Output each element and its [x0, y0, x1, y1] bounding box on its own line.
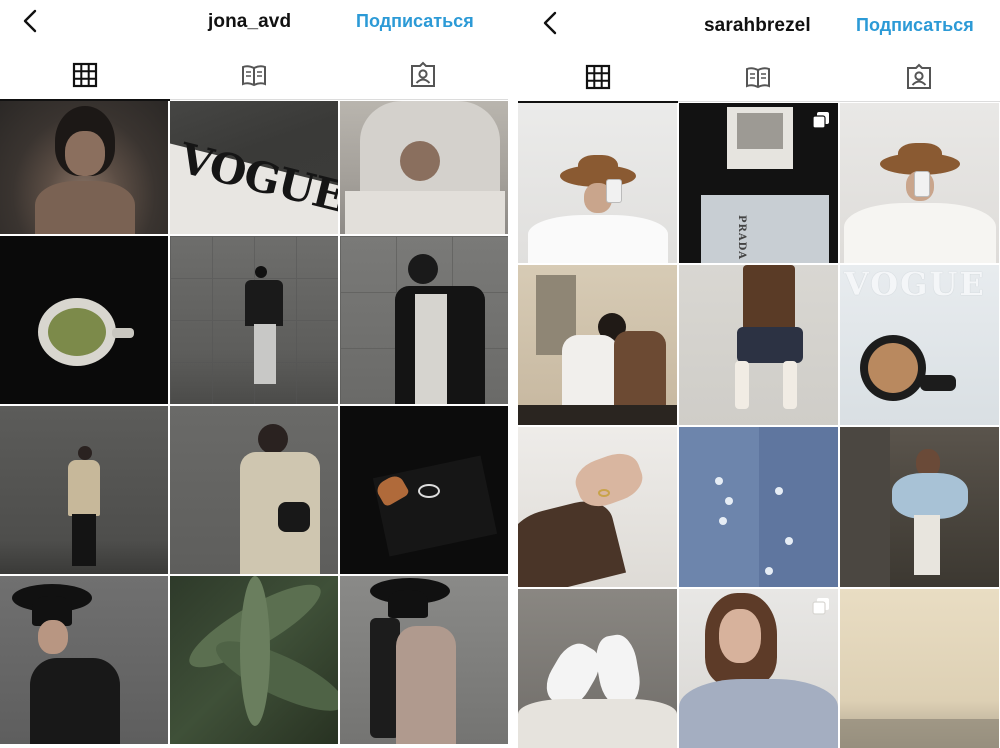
photo-post[interactable] [0, 406, 168, 574]
profile-tabs [0, 50, 508, 101]
photo-post[interactable]: PRADA [679, 103, 838, 263]
photo-post[interactable] [340, 406, 508, 574]
photo-post[interactable] [170, 576, 338, 744]
photo-post[interactable] [518, 589, 677, 748]
photo-post[interactable] [170, 236, 338, 404]
profile-header: jona_avd Подписаться [0, 0, 508, 46]
photo-post[interactable]: VOGUE [170, 101, 338, 234]
photo-post[interactable] [840, 427, 999, 587]
photo-post[interactable] [679, 589, 838, 748]
photo-grid: PRADA VOGUE [518, 103, 1000, 748]
photo-post[interactable] [840, 103, 999, 263]
photo-post[interactable] [679, 265, 838, 425]
photo-post[interactable] [340, 576, 508, 744]
photo-post[interactable]: VOGUE [840, 265, 999, 425]
multiple-photos-icon [812, 598, 829, 615]
back-button[interactable] [18, 6, 44, 36]
tab-guides[interactable] [170, 50, 338, 100]
profile-header: sarahbrezel Подписаться [518, 0, 1000, 46]
profile-username: sarahbrezel [704, 15, 811, 36]
profile-panel-right: sarahbrezel Подписаться PRADA VOGUE [518, 0, 1000, 748]
tab-guides[interactable] [678, 52, 838, 102]
tab-tagged[interactable] [838, 52, 1000, 102]
guides-icon [242, 65, 266, 87]
guides-icon [746, 67, 770, 89]
grid-icon [72, 62, 98, 88]
photo-post[interactable] [518, 265, 677, 425]
photo-post[interactable] [340, 101, 508, 234]
follow-button[interactable]: Подписаться [856, 15, 974, 36]
photo-post[interactable] [0, 101, 168, 234]
profile-panel-left: jona_avd Подписаться VOGUE [0, 0, 508, 748]
photo-post[interactable] [340, 236, 508, 404]
back-button[interactable] [538, 8, 564, 38]
photo-grid: VOGUE [0, 101, 508, 744]
photo-post[interactable] [679, 427, 838, 587]
chevron-left-icon [23, 9, 37, 33]
panel-divider [508, 0, 518, 748]
tab-grid[interactable] [0, 50, 170, 101]
photo-post[interactable] [840, 589, 999, 748]
profile-tabs [518, 52, 1000, 103]
grid-icon [585, 64, 611, 90]
photo-post[interactable] [518, 103, 677, 263]
tab-tagged[interactable] [338, 50, 508, 100]
prada-wordmark: PRADA [736, 215, 747, 261]
follow-button[interactable]: Подписаться [356, 11, 474, 32]
photo-post[interactable] [0, 576, 168, 744]
tab-grid[interactable] [518, 52, 678, 103]
profile-username: jona_avd [208, 11, 292, 32]
photo-post[interactable] [170, 406, 338, 574]
photo-post[interactable] [0, 236, 168, 404]
chevron-left-icon [543, 11, 557, 35]
tagged-icon [411, 61, 435, 87]
tagged-icon [907, 63, 931, 89]
multiple-photos-icon [812, 112, 829, 129]
vogue-wordmark: VOGUE [844, 265, 986, 303]
photo-post[interactable] [518, 427, 677, 587]
